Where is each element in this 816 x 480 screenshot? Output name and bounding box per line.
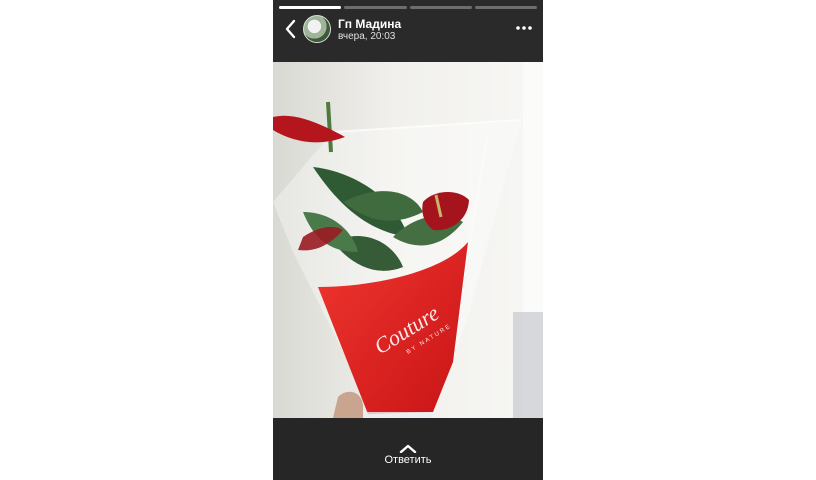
story-timestamp: вчера, 20:03 — [338, 31, 396, 42]
progress-segment — [279, 6, 342, 9]
story-viewer: Гп Мадина вчера, 20:03 Couture BY NATURE… — [273, 0, 543, 480]
reply-swipe-up[interactable] — [398, 440, 418, 454]
back-button[interactable] — [281, 17, 301, 41]
story-footer: Ответить — [273, 418, 543, 480]
story-header: Гп Мадина вчера, 20:03 — [273, 11, 543, 51]
avatar[interactable] — [303, 15, 331, 43]
story-photo: Couture BY NATURE — [273, 62, 543, 418]
progress-segment — [344, 6, 407, 9]
story-progress — [279, 6, 537, 9]
progress-segment — [409, 6, 472, 9]
progress-fill — [279, 6, 342, 9]
more-button[interactable] — [515, 20, 533, 36]
chevron-up-icon — [399, 444, 417, 454]
reply-button[interactable]: Ответить — [273, 454, 543, 466]
flower-photo: Couture BY NATURE — [273, 62, 543, 418]
chevron-left-icon — [285, 19, 296, 39]
author-name[interactable]: Гп Мадина — [338, 17, 401, 31]
more-horizontal-icon — [516, 26, 532, 30]
progress-segment — [474, 6, 537, 9]
